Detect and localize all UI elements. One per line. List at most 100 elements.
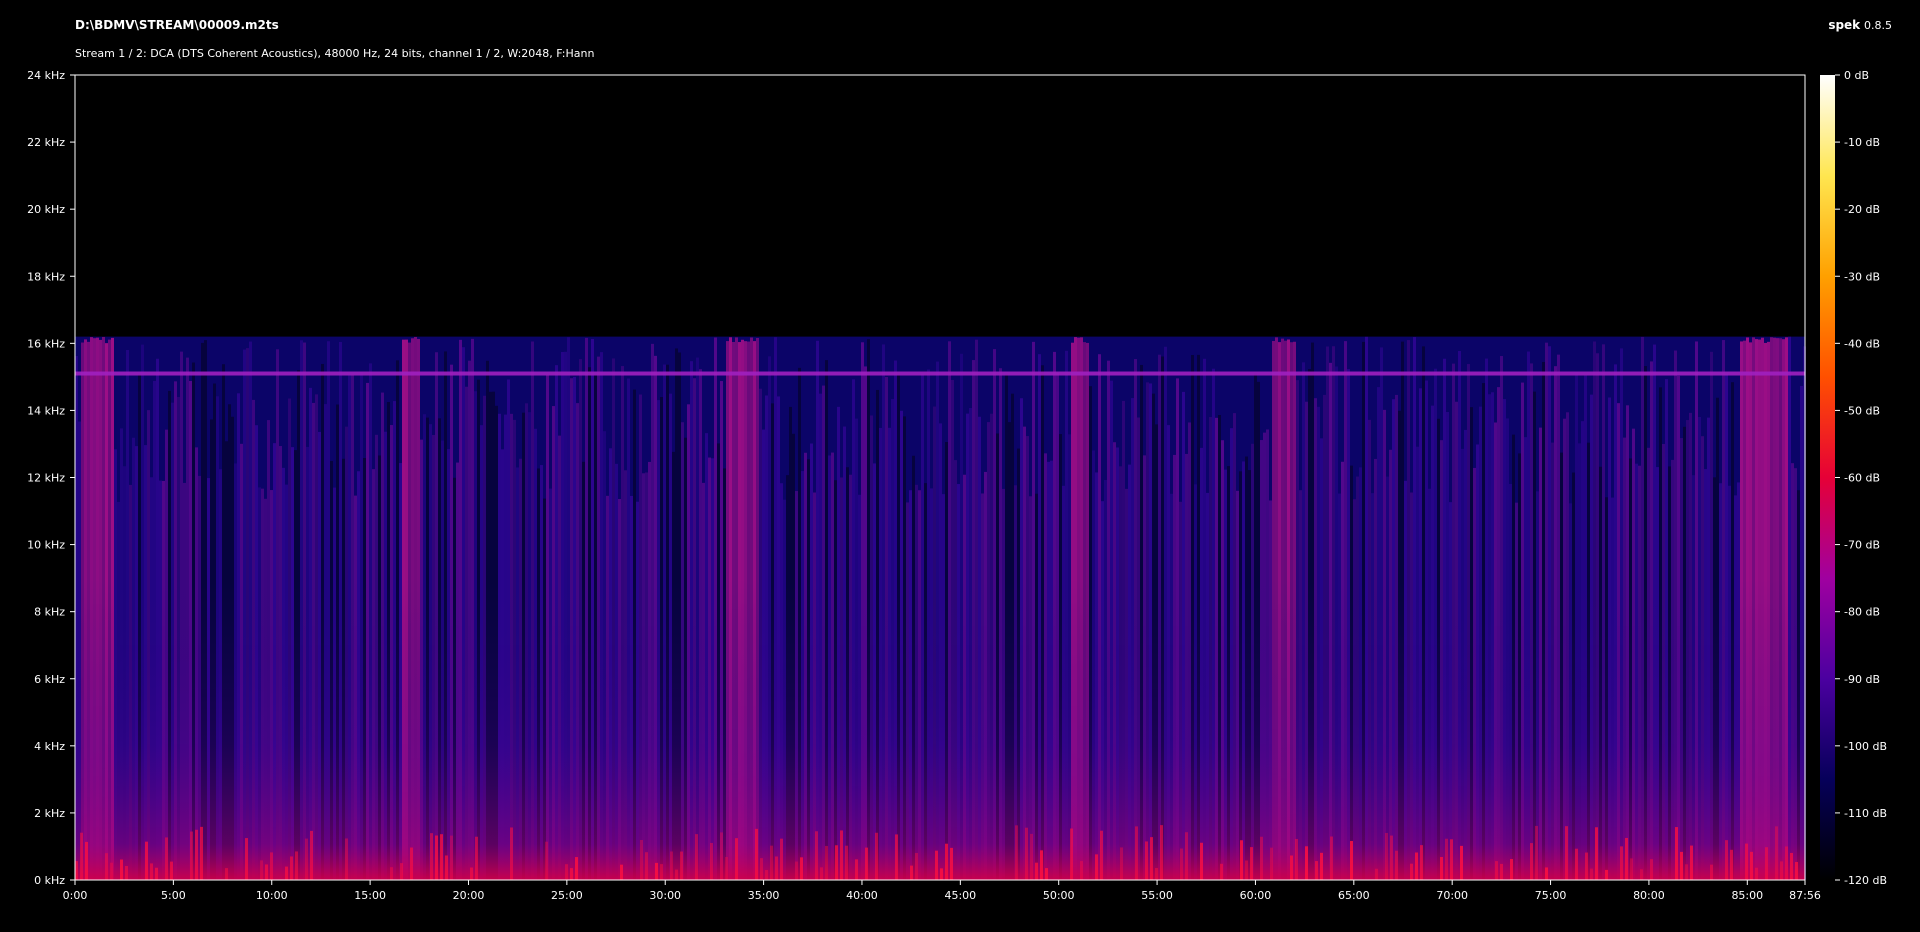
low-band-spot bbox=[1710, 864, 1713, 880]
x-tick-label: 80:00 bbox=[1633, 889, 1665, 902]
low-band-spot bbox=[680, 851, 683, 880]
low-band-spot bbox=[1035, 862, 1038, 880]
low-band-spot bbox=[475, 836, 478, 880]
low-band-spot bbox=[570, 868, 573, 880]
y-tick-label: 8 kHz bbox=[34, 606, 65, 619]
colorbar-tick-label: -120 dB bbox=[1844, 874, 1887, 887]
low-band-spot bbox=[150, 863, 153, 880]
low-band-spot bbox=[245, 838, 248, 880]
low-band-spot bbox=[1790, 852, 1793, 880]
low-band-spot bbox=[410, 847, 413, 880]
low-band-spot bbox=[820, 867, 823, 880]
low-band-spot bbox=[110, 862, 113, 880]
low-band-spot bbox=[265, 864, 268, 880]
low-band-spot bbox=[835, 845, 838, 880]
x-tick-label: 10:00 bbox=[256, 889, 288, 902]
low-band-spot bbox=[1045, 868, 1048, 880]
low-band-spot bbox=[1410, 863, 1413, 880]
x-tick-label: 60:00 bbox=[1240, 889, 1272, 902]
low-band-spot bbox=[655, 862, 658, 880]
low-band-spot bbox=[795, 861, 798, 880]
low-band-spot bbox=[1070, 828, 1073, 880]
low-band-spot bbox=[1765, 847, 1768, 880]
low-band-spot bbox=[310, 830, 313, 880]
low-band-spot bbox=[1420, 845, 1423, 880]
low-band-spot bbox=[1590, 868, 1593, 880]
low-band-spot bbox=[755, 828, 758, 880]
low-band-spot bbox=[195, 829, 198, 880]
low-band-spot bbox=[1025, 827, 1028, 880]
low-band-spot bbox=[1150, 837, 1153, 880]
low-band-spot bbox=[1155, 867, 1158, 880]
x-tick-label: 55:00 bbox=[1141, 889, 1173, 902]
low-band-spot bbox=[105, 853, 108, 880]
low-band-spot bbox=[670, 851, 673, 880]
low-band-spot bbox=[640, 839, 643, 880]
low-band-spot bbox=[1680, 851, 1683, 880]
low-band-spot bbox=[80, 832, 83, 880]
low-band-spot bbox=[895, 834, 898, 880]
low-band-spot bbox=[1120, 847, 1123, 880]
low-band-spot bbox=[1290, 855, 1293, 880]
low-band-spot bbox=[1440, 857, 1443, 880]
low-band-spot bbox=[270, 852, 273, 880]
low-band-spot bbox=[545, 841, 548, 880]
low-band-spot bbox=[1040, 850, 1043, 880]
x-tick-label: 75:00 bbox=[1535, 889, 1567, 902]
x-tick-label: 20:00 bbox=[453, 889, 485, 902]
y-tick-label: 4 kHz bbox=[34, 740, 65, 753]
low-band-spot bbox=[1450, 839, 1453, 880]
low-band-spot bbox=[1135, 826, 1138, 880]
low-band-spot bbox=[825, 845, 828, 880]
low-band-spot bbox=[1640, 869, 1643, 880]
low-band-spot bbox=[225, 868, 228, 880]
low-band-spot bbox=[165, 837, 168, 880]
colorbar-tick-label: -100 dB bbox=[1844, 740, 1887, 753]
low-band-spot bbox=[915, 853, 918, 880]
low-band-spot bbox=[1390, 835, 1393, 880]
low-band-spot bbox=[1315, 861, 1318, 880]
low-band-spot bbox=[1460, 845, 1463, 880]
low-band-spot bbox=[1690, 845, 1693, 880]
low-band-spot bbox=[170, 861, 173, 880]
low-band-spot bbox=[800, 857, 803, 880]
low-band-spot bbox=[1350, 841, 1353, 880]
colorbar-tick-label: -20 dB bbox=[1844, 203, 1880, 216]
y-tick-label: 2 kHz bbox=[34, 807, 65, 820]
x-tick-label: 25:00 bbox=[551, 889, 583, 902]
low-band-spot bbox=[345, 838, 348, 880]
low-band-spot bbox=[120, 859, 123, 880]
low-band-spot bbox=[865, 847, 868, 880]
low-band-spot bbox=[390, 867, 393, 880]
low-band-spot bbox=[1775, 826, 1778, 880]
low-band-spot bbox=[470, 867, 473, 880]
low-band-spot bbox=[1510, 858, 1513, 880]
x-tick-label: 45:00 bbox=[944, 889, 976, 902]
low-band-spot bbox=[1500, 863, 1503, 880]
low-band-spot bbox=[295, 851, 298, 880]
y-tick-label: 12 kHz bbox=[27, 472, 65, 485]
low-band-spot bbox=[910, 865, 913, 880]
x-tick-label: 87:56 bbox=[1789, 889, 1821, 902]
y-tick-label: 6 kHz bbox=[34, 673, 65, 686]
low-band-spot bbox=[725, 857, 728, 880]
low-band-spot bbox=[1605, 869, 1608, 880]
low-band-spot bbox=[1595, 827, 1598, 880]
low-band-spot bbox=[155, 867, 158, 880]
low-band-spot bbox=[1330, 836, 1333, 880]
low-band-spot bbox=[1685, 864, 1688, 880]
low-band-spot bbox=[1545, 867, 1548, 880]
colorbar-tick-label: -90 dB bbox=[1844, 673, 1880, 686]
low-band-spot bbox=[1620, 846, 1623, 880]
low-band-spot bbox=[1080, 861, 1083, 880]
low-band-spot bbox=[1385, 832, 1388, 880]
low-band-spot bbox=[775, 856, 778, 880]
low-band-spot bbox=[940, 868, 943, 880]
low-band-spot bbox=[1095, 854, 1098, 880]
tone-line-15khz bbox=[75, 371, 1805, 376]
low-band-spot bbox=[1535, 825, 1538, 880]
colorbar-tick-label: -70 dB bbox=[1844, 539, 1880, 552]
colorbar-tick-label: -40 dB bbox=[1844, 337, 1880, 350]
low-band-spot bbox=[720, 832, 723, 880]
low-band-spot bbox=[660, 864, 663, 880]
